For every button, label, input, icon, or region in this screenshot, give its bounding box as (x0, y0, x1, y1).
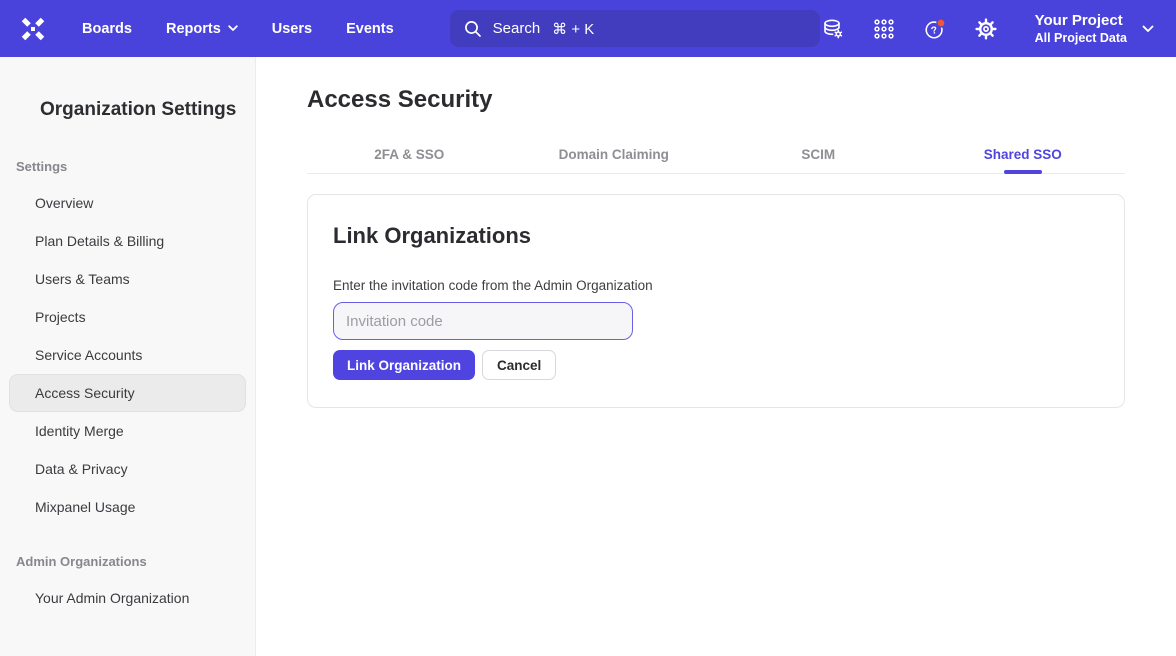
settings-sidebar: Organization Settings Settings Overview … (0, 57, 256, 656)
mixpanel-logo-icon (20, 16, 46, 42)
nav-item-users-label: Users (272, 21, 312, 37)
project-texts: Your Project All Project Data (1035, 12, 1127, 45)
sidebar-item-access-security[interactable]: Access Security (9, 374, 246, 412)
sidebar-title: Organization Settings (40, 99, 255, 121)
chevron-down-icon (228, 25, 238, 32)
link-organizations-card: Link Organizations Enter the invitation … (307, 194, 1125, 408)
access-security-tabs: 2FA & SSO Domain Claiming SCIM Shared SS… (307, 136, 1125, 174)
page-content: Organization Settings Settings Overview … (0, 57, 1176, 656)
sidebar-item-data-privacy[interactable]: Data & Privacy (9, 450, 246, 488)
tab-shared-sso[interactable]: Shared SSO (921, 136, 1126, 173)
apps-grid-icon[interactable] (872, 17, 896, 41)
tab-scim[interactable]: SCIM (716, 136, 921, 173)
help-icon[interactable]: ? (923, 17, 947, 41)
project-scope: All Project Data (1035, 31, 1127, 45)
sidebar-item-mixpanel-usage[interactable]: Mixpanel Usage (9, 488, 246, 526)
sidebar-item-your-admin-organization[interactable]: Your Admin Organization (9, 579, 246, 617)
sidebar-settings-list: Overview Plan Details & Billing Users & … (0, 184, 255, 526)
nav-item-boards[interactable]: Boards (82, 21, 132, 37)
search-shortcut-hint: ⌘ + K (552, 20, 594, 38)
project-switcher[interactable]: Your Project All Project Data (1035, 12, 1154, 45)
nav-item-events-label: Events (346, 21, 394, 37)
sidebar-section-admin-organizations: Admin Organizations (16, 554, 255, 570)
main-panel: Access Security 2FA & SSO Domain Claimin… (256, 57, 1176, 656)
cancel-button[interactable]: Cancel (482, 350, 556, 380)
project-name: Your Project (1035, 12, 1127, 29)
card-title: Link Organizations (333, 222, 1099, 250)
nav-item-reports-label: Reports (166, 21, 221, 37)
invitation-code-label: Enter the invitation code from the Admin… (333, 277, 1099, 294)
tab-domain-claiming[interactable]: Domain Claiming (512, 136, 717, 173)
top-navbar: Boards Reports Users Events Search ⌘ + K (0, 0, 1176, 57)
nav-item-reports[interactable]: Reports (166, 21, 238, 37)
mixpanel-logo[interactable] (18, 14, 48, 44)
nav-item-boards-label: Boards (82, 21, 132, 37)
sidebar-item-plan-details-billing[interactable]: Plan Details & Billing (9, 222, 246, 260)
sidebar-admin-list: Your Admin Organization (0, 579, 255, 617)
link-organization-button[interactable]: Link Organization (333, 350, 475, 380)
tab-2fa-sso[interactable]: 2FA & SSO (307, 136, 512, 173)
data-management-icon[interactable] (821, 17, 845, 41)
notification-dot (937, 18, 945, 26)
nav-item-users[interactable]: Users (272, 21, 312, 37)
card-buttons: Link Organization Cancel (333, 350, 1099, 380)
sidebar-item-identity-merge[interactable]: Identity Merge (9, 412, 246, 450)
chevron-down-icon (1142, 25, 1154, 33)
settings-gear-icon[interactable] (974, 17, 998, 41)
navbar-actions: ? (821, 12, 1154, 45)
sidebar-item-overview[interactable]: Overview (9, 184, 246, 222)
sidebar-section-settings: Settings (16, 159, 255, 175)
search-icon (463, 19, 483, 39)
svg-text:?: ? (930, 25, 938, 37)
nav-item-events[interactable]: Events (346, 21, 394, 37)
sidebar-item-projects[interactable]: Projects (9, 298, 246, 336)
search-input[interactable]: Search ⌘ + K (450, 10, 820, 47)
sidebar-item-service-accounts[interactable]: Service Accounts (9, 336, 246, 374)
page-title: Access Security (307, 83, 1125, 116)
invitation-code-input[interactable] (333, 302, 633, 340)
search-placeholder: Search (493, 20, 541, 37)
sidebar-item-users-teams[interactable]: Users & Teams (9, 260, 246, 298)
primary-nav: Boards Reports Users Events (82, 21, 394, 37)
